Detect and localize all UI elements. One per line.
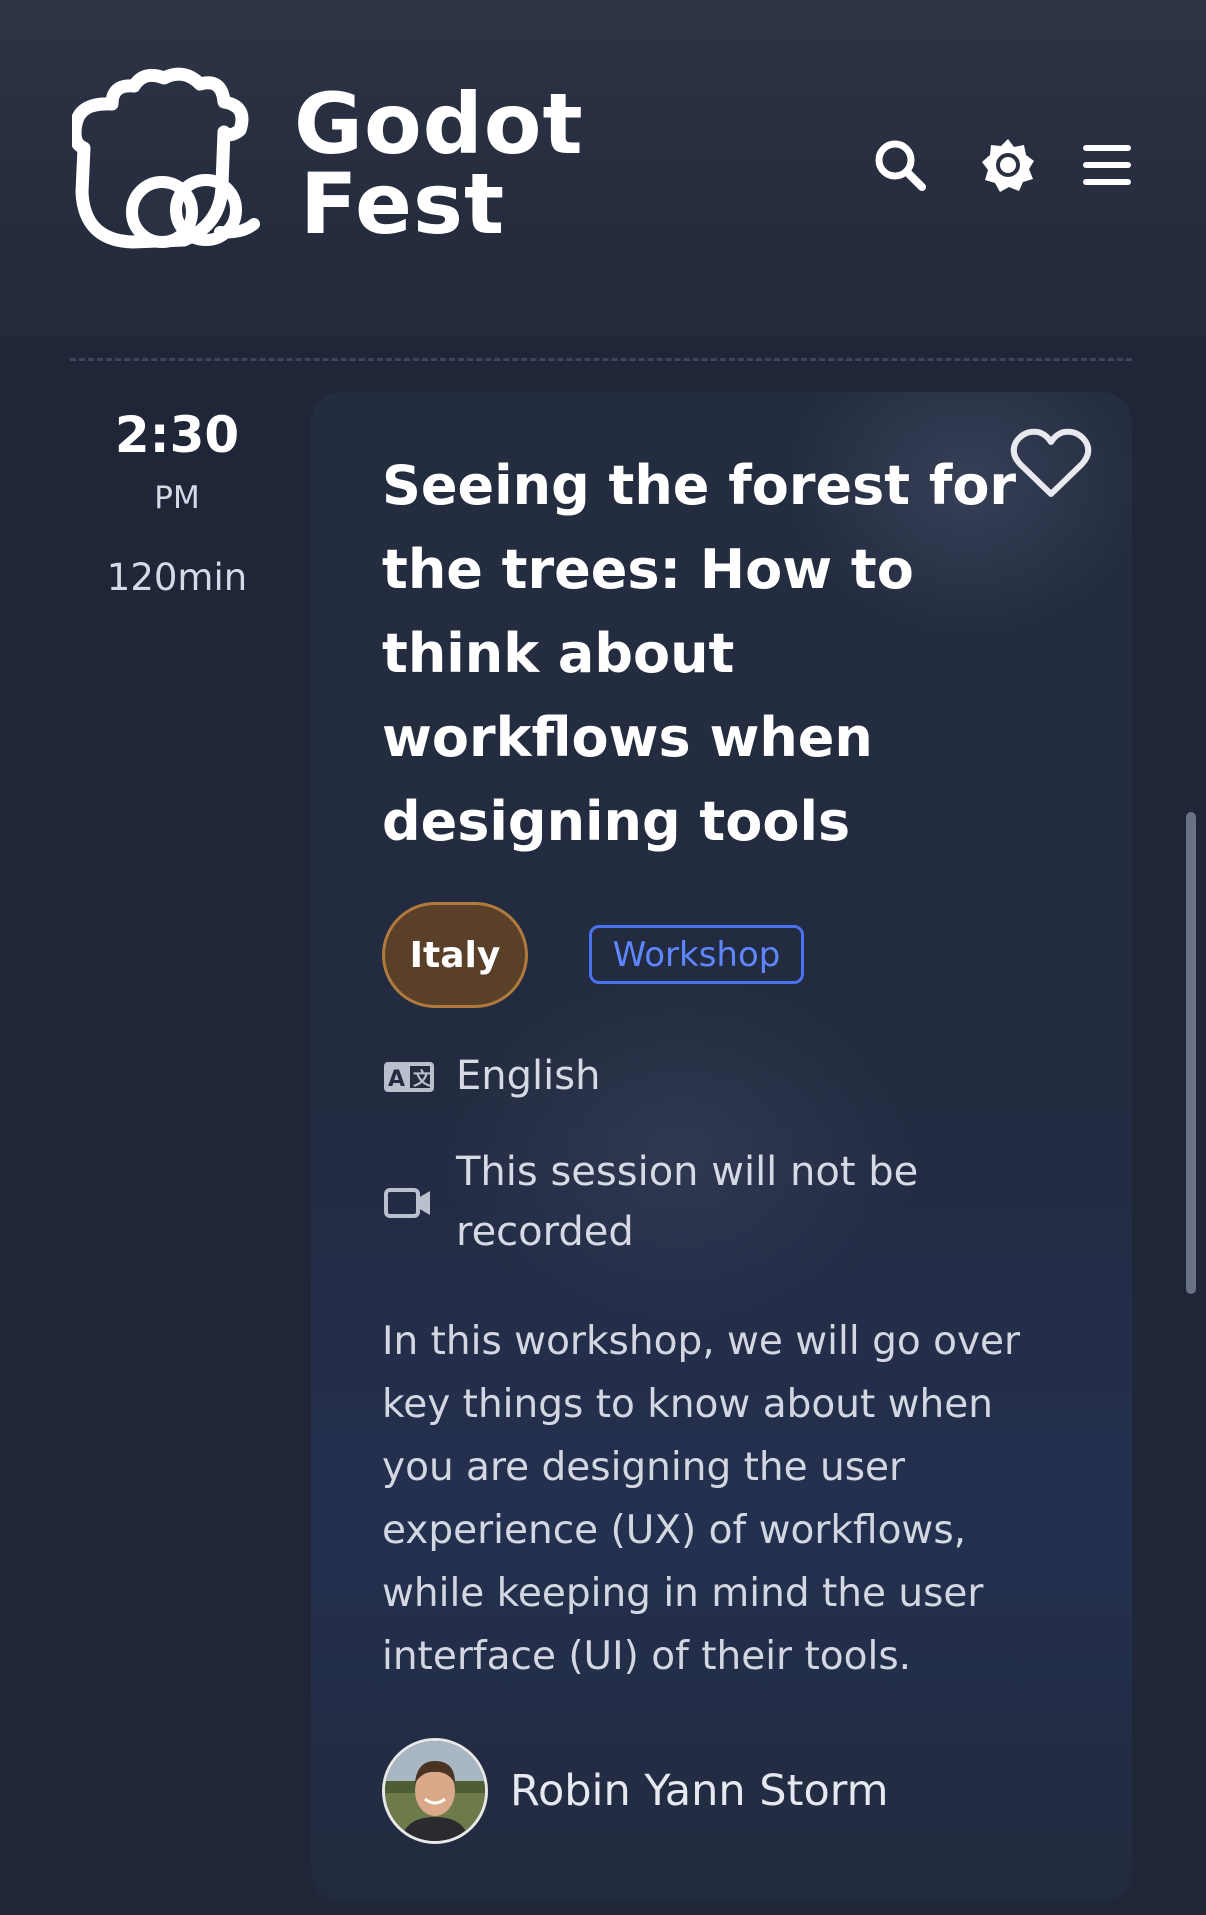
session-time-column: 2:30 PM 120min (70, 400, 284, 600)
session-description: In this workshop, we will go over key th… (382, 1319, 1021, 1679)
country-tag[interactable]: Italy (382, 902, 528, 1008)
session-time: 2:30 (114, 406, 240, 464)
logo-line-1: Godot (294, 75, 584, 173)
search-icon[interactable] (872, 137, 928, 193)
schedule-divider (70, 358, 1132, 361)
site-header: Godot Fest (0, 0, 1206, 336)
logo-wordmark: Godot Fest (294, 75, 584, 253)
session-language: English (456, 1053, 601, 1099)
speaker[interactable]: Robin Yann Storm (382, 1738, 889, 1844)
session-type-tag[interactable]: Workshop (589, 925, 804, 984)
scrollbar[interactable] (1186, 812, 1196, 1294)
favorite-heart-icon[interactable] (1010, 426, 1092, 500)
session-title: Seeing the forest for the trees: How to … (382, 454, 1017, 853)
recording-status: This session will not be recorded (456, 1149, 919, 1255)
speaker-name[interactable]: Robin Yann Storm (510, 1766, 889, 1816)
session-ampm: PM (154, 480, 200, 516)
speaker-avatar[interactable] (382, 1738, 488, 1844)
svg-text:文: 文 (413, 1068, 432, 1090)
recording-row: This session will not be recorded (382, 1142, 942, 1262)
translate-icon: A 文 (382, 1056, 436, 1096)
session-duration: 120min (106, 556, 248, 599)
godot-fest-logo[interactable] (68, 64, 282, 274)
logo-line-2: Fest (300, 155, 506, 253)
svg-text:A: A (388, 1067, 405, 1092)
video-camera-icon (382, 1182, 436, 1222)
menu-icon[interactable] (1079, 137, 1135, 193)
language-row: A 文 English (382, 1046, 600, 1106)
theme-toggle-icon[interactable] (980, 137, 1036, 193)
